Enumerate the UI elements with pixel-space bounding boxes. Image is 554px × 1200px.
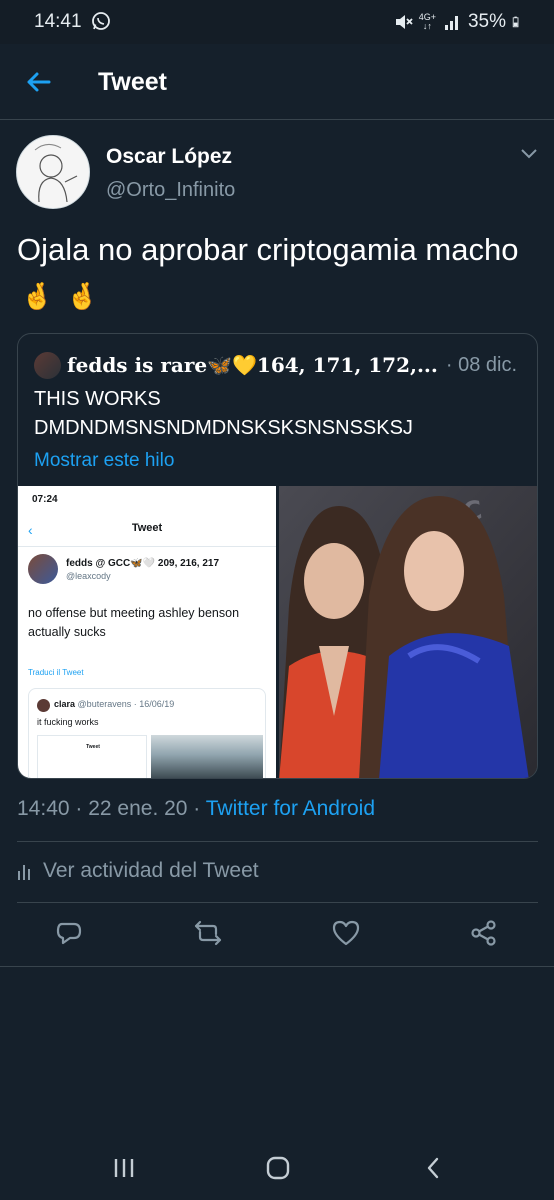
divider — [18, 546, 276, 547]
page-title: Tweet — [98, 68, 167, 96]
battery-percent: 35% — [467, 11, 506, 32]
quoted-tweet[interactable]: fedds is rare🦋💛164, 171, 172,... · 08 di… — [17, 333, 538, 779]
divider — [17, 841, 538, 842]
system-nav-bar — [0, 1136, 554, 1200]
back-nav-icon[interactable] — [420, 1154, 448, 1182]
crossed-fingers-emoji: 🤞 — [66, 280, 99, 311]
screenshot-quote-text: it fucking works — [37, 717, 99, 727]
home-icon[interactable] — [264, 1154, 292, 1182]
battery-icon — [512, 16, 519, 28]
like-icon[interactable] — [331, 918, 361, 948]
crossed-fingers-emoji: 🤞 — [21, 280, 54, 311]
quoted-tweet-header: fedds is rare🦋💛164, 171, 172,... · 08 di… — [34, 350, 524, 380]
tweet-actions — [0, 918, 554, 954]
quoted-avatar — [34, 351, 61, 379]
screenshot-quote-avatar — [37, 699, 50, 712]
tweet-meta: 14:40 · 22 ene. 20 · Twitter for Android — [17, 797, 375, 821]
screenshot-time: 07:24 — [32, 494, 58, 505]
divider — [0, 966, 554, 967]
screenshot-mini-photo — [151, 735, 263, 778]
screenshot-quote-author: clara @buteravens · 16/06/19 — [54, 699, 175, 709]
signal-icon — [444, 16, 458, 30]
tweet-body: Ojala no aprobar criptogamia macho — [17, 232, 519, 267]
share-icon[interactable] — [469, 918, 499, 948]
author-handle[interactable]: @Orto_Infinito — [106, 179, 235, 202]
photo-image[interactable]: MIC — [279, 486, 537, 778]
view-activity-button[interactable]: Ver actividad del Tweet — [17, 859, 259, 883]
screenshot-translate: Traduci il Tweet — [28, 668, 84, 677]
tweet-source-link[interactable]: Twitter for Android — [206, 797, 375, 820]
avatar[interactable] — [16, 135, 90, 209]
screenshot-body: no offense but meeting ashley benson act… — [28, 606, 240, 639]
screenshot-title: Tweet — [131, 522, 163, 534]
top-app-bar: Tweet — [0, 44, 554, 120]
mute-icon — [395, 15, 413, 29]
status-time: 14:41 — [34, 11, 82, 32]
quoted-author-name: fedds is rare🦋💛164, 171, 172,... — [67, 353, 438, 377]
quoted-media[interactable]: 07:24 ‹ Tweet fedds @ GCC🦋🤍 209, 216, 21… — [18, 486, 537, 778]
screenshot-quote: clara @buteravens · 16/06/19 it fucking … — [28, 688, 266, 778]
author-name[interactable]: Oscar López — [106, 145, 232, 169]
network-indicator: 4G+ ↓↑ — [418, 12, 436, 31]
whatsapp-icon — [92, 12, 110, 30]
view-activity-label: Ver actividad del Tweet — [43, 859, 259, 882]
screenshot-image[interactable]: 07:24 ‹ Tweet fedds @ GCC🦋🤍 209, 216, 21… — [18, 486, 276, 778]
bar-chart-icon — [18, 865, 30, 880]
screenshot-handle: @leaxcody — [66, 571, 111, 581]
recent-apps-icon[interactable] — [110, 1154, 138, 1182]
retweet-icon[interactable] — [193, 918, 223, 948]
status-bar: 14:41 4G+ ↓↑ 35% — [0, 0, 554, 44]
reply-icon[interactable] — [54, 918, 84, 948]
tweet-text: Ojala no aprobar criptogamia macho 🤞 🤞 — [17, 228, 537, 318]
arrow-left-icon[interactable] — [22, 66, 54, 98]
quoted-text: THIS WORKS DMDNDMSNSNDMDNSKSKSNSNSSKSJ — [34, 388, 413, 439]
divider — [17, 902, 538, 903]
tweet-timestamp: 14:40 · 22 ene. 20 · — [17, 797, 206, 820]
show-thread-link[interactable]: Mostrar este hilo — [34, 450, 174, 472]
chevron-down-icon[interactable] — [520, 147, 538, 161]
screenshot-name: fedds @ GCC🦋🤍 209, 216, 217 — [66, 558, 220, 569]
screenshot-mini-screen: Tweet — [37, 735, 147, 778]
quoted-date: · 08 dic. 19 — [445, 353, 524, 376]
tweet-author: Oscar López @Orto_Infinito — [16, 135, 538, 215]
screenshot-avatar — [28, 554, 58, 584]
